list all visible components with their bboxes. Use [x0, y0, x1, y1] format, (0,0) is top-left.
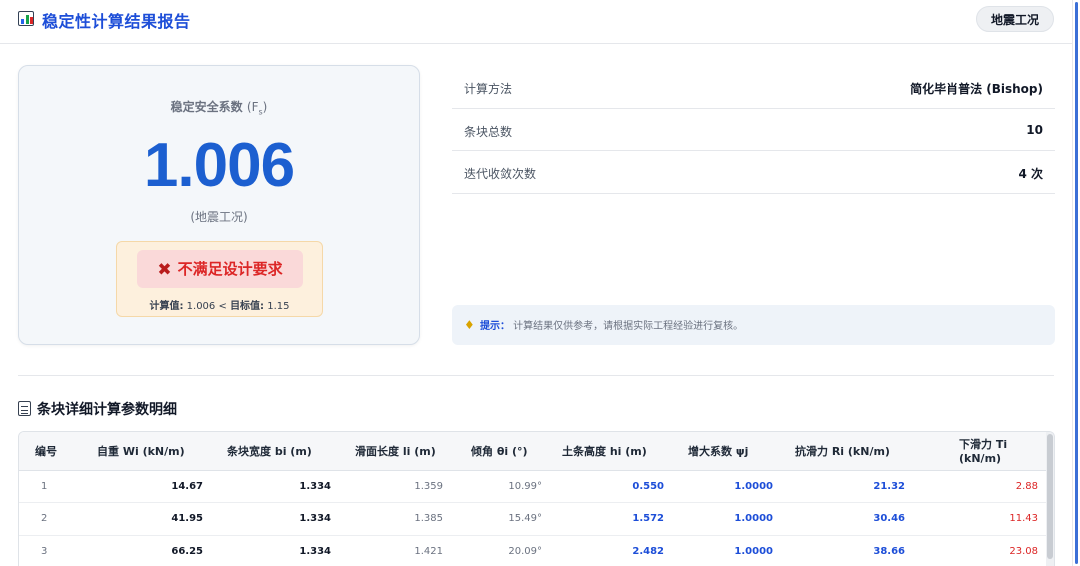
cell-width: 1.334: [209, 470, 337, 503]
cell-resist: 21.32: [775, 470, 917, 503]
slice-table: 编号 自重 Wi (kN/m) 条块宽度 bi (m) 滑面长度 li (m) …: [18, 431, 1055, 566]
column-header[interactable]: 倾角 θi (°): [455, 432, 548, 471]
cell-slide: 23.08: [917, 535, 1048, 566]
column-header[interactable]: 抗滑力 Ri (kN/m): [775, 432, 917, 471]
cell-id: 2: [19, 502, 79, 536]
column-header[interactable]: 增大系数 ψj: [670, 432, 775, 471]
info-row: 条块总数 10: [452, 109, 1055, 151]
info-value: 10: [1026, 122, 1043, 137]
column-header[interactable]: 下滑力 Ti (kN/m): [917, 432, 1048, 471]
cell-length: 1.385: [337, 502, 455, 536]
safety-factor-card: 稳定安全系数 (Fs) 1.006 (地震工况) ✖ 不满足设计要求 计算值: 1…: [18, 65, 420, 345]
column-header[interactable]: 自重 Wi (kN/m): [79, 432, 209, 471]
verdict-badge: ✖ 不满足设计要求: [137, 250, 303, 288]
verdict-text: 不满足设计要求: [177, 260, 283, 278]
cell-slide: 2.88: [917, 470, 1048, 503]
column-header[interactable]: 条块宽度 bi (m): [209, 432, 337, 471]
table-row: 3 66.25 1.334 1.421 20.09° 2.482 1.0000 …: [19, 535, 1048, 566]
column-header[interactable]: 滑面长度 li (m): [337, 432, 455, 471]
table-scrollbar-thumb[interactable]: [1047, 434, 1053, 559]
table-header-row: 编号 自重 Wi (kN/m) 条块宽度 bi (m) 滑面长度 li (m) …: [19, 432, 1048, 471]
verdict-box: ✖ 不满足设计要求 计算值: 1.006 < 目标值: 1.15: [116, 241, 323, 317]
cell-angle: 15.49°: [455, 502, 548, 536]
verdict-comparison: 计算值: 1.006 < 目标值: 1.15: [149, 301, 290, 312]
table-row: 2 41.95 1.334 1.385 15.49° 1.572 1.0000 …: [19, 502, 1048, 536]
section-title: 条块详细计算参数明细: [37, 402, 177, 418]
info-key: 迭代收敛次数: [464, 167, 537, 181]
cell-angle: 20.09°: [455, 535, 548, 566]
cell-height: 0.550: [548, 470, 670, 503]
lightbulb-icon: ♦: [464, 318, 475, 332]
cell-resist: 38.66: [775, 535, 917, 566]
info-value: 简化毕肖普法 (Bishop): [910, 82, 1043, 96]
cell-length: 1.421: [337, 535, 455, 566]
cell-width: 1.334: [209, 502, 337, 536]
safety-factor-label: 稳定安全系数 (Fs): [170, 100, 268, 117]
cell-factor: 1.0000: [670, 535, 775, 566]
page-title: 稳定性计算结果报告: [42, 12, 191, 31]
table-scrollbar[interactable]: [1046, 432, 1054, 566]
cell-angle: 10.99°: [455, 470, 548, 503]
calc-info-list: 计算方法 简化毕肖普法 (Bishop) 条块总数 10 迭代收敛次数 4 次: [452, 66, 1055, 194]
info-key: 计算方法: [464, 82, 513, 96]
safety-factor-value: 1.006: [143, 131, 295, 200]
condition-badge[interactable]: 地震工况: [975, 6, 1054, 32]
info-key: 条块总数: [464, 124, 513, 139]
cell-factor: 1.0000: [670, 470, 775, 503]
cell-weight: 14.67: [79, 470, 209, 503]
tip-box: ♦ 提示： 计算结果仅供参考，请根据实际工程经验进行复核。: [452, 305, 1055, 345]
page-scrollbar-thumb[interactable]: [1075, 2, 1078, 564]
cell-slide: 11.43: [917, 502, 1048, 536]
cell-length: 1.359: [337, 470, 455, 503]
cell-id: 3: [19, 535, 79, 566]
section-divider: [18, 375, 1054, 376]
cross-mark-icon: ✖: [157, 260, 172, 280]
info-row: 迭代收敛次数 4 次: [452, 151, 1055, 194]
table-row: 1 14.67 1.334 1.359 10.99° 0.550 1.0000 …: [19, 470, 1048, 503]
column-header[interactable]: 土条高度 hi (m): [548, 432, 670, 471]
cell-factor: 1.0000: [670, 502, 775, 536]
cell-id: 1: [19, 470, 79, 503]
bar-chart-icon: [18, 11, 34, 26]
clipboard-icon: [18, 401, 31, 416]
cell-height: 2.482: [548, 535, 670, 566]
cell-weight: 66.25: [79, 535, 209, 566]
tip-text: 计算结果仅供参考，请根据实际工程经验进行复核。: [513, 321, 744, 332]
info-row: 计算方法 简化毕肖普法 (Bishop): [452, 66, 1055, 109]
condition-label: (地震工况): [190, 210, 248, 224]
page-scrollbar[interactable]: [1072, 0, 1080, 566]
tip-label: 提示：: [479, 321, 510, 332]
column-header[interactable]: 编号: [19, 432, 79, 471]
report-header: 稳定性计算结果报告 地震工况: [0, 0, 1072, 44]
cell-width: 1.334: [209, 535, 337, 566]
cell-weight: 41.95: [79, 502, 209, 536]
cell-height: 1.572: [548, 502, 670, 536]
info-value: 4 次: [1018, 167, 1043, 181]
cell-resist: 30.46: [775, 502, 917, 536]
